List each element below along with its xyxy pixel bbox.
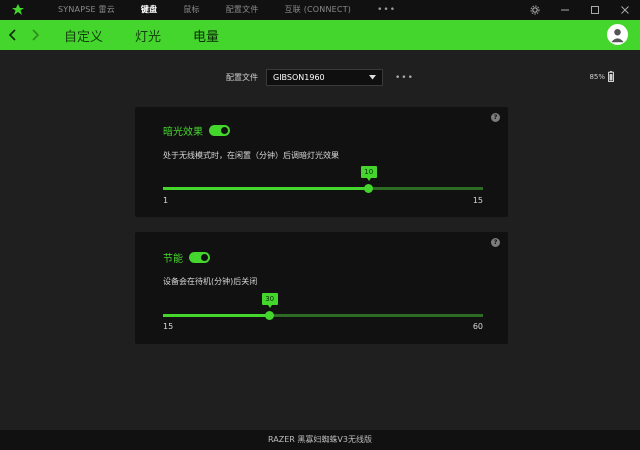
dim-title: 暗光效果 [163,127,203,138]
nav-profiles[interactable]: 配置文件 [226,0,259,20]
sleep-value-tooltip: 30 [261,293,278,308]
nav-connect[interactable]: 互联 (CONNECT) [285,0,352,20]
dim-toggle[interactable] [209,125,230,136]
power-saving-card: ? 节能 设备会在待机(分钟)后关闭 30 15 60 [135,232,508,344]
dim-slider[interactable] [163,184,483,193]
window-controls [520,0,640,20]
help-icon[interactable]: ? [491,238,500,247]
forward-arrow-icon[interactable] [24,20,46,50]
sleep-slider-thumb[interactable] [265,311,275,320]
profile-dropdown[interactable]: GIBSON1960 [266,69,383,86]
nav-mouse[interactable]: 鼠标 [183,0,199,20]
minimize-icon[interactable] [550,0,580,20]
dim-slider-thumb[interactable] [364,184,374,193]
user-avatar-icon[interactable] [607,24,628,45]
sleep-slider-fill [163,314,270,317]
dim-description: 处于无线模式时，在闲置（分钟）后调暗灯光效果 [163,151,339,160]
profile-label: 配置文件 [226,73,258,82]
sub-tabs: 自定义 灯光 电量 [64,26,251,45]
sleep-toggle[interactable] [189,252,210,263]
dim-value-tooltip: 10 [360,166,377,181]
battery-icon [608,71,614,82]
nav-keyboard[interactable]: 键盘 [141,0,157,20]
maximize-icon[interactable] [580,0,610,20]
profile-more-icon[interactable]: ••• [395,73,414,83]
back-arrow-icon[interactable] [2,20,24,50]
top-nav: SYNAPSE 雷云 键盘 鼠标 配置文件 互联 (CONNECT) ••• [58,0,396,20]
help-icon[interactable]: ? [491,113,500,122]
close-icon[interactable] [610,0,640,20]
sleep-slider[interactable] [163,311,483,320]
device-footer: RAZER 黑寡妇蜘蛛V3无线版 [0,430,640,450]
dim-title-row: 暗光效果 [163,123,230,138]
sleep-description: 设备会在待机(分钟)后关闭 [163,277,258,286]
sleep-title: 节能 [163,254,183,265]
profile-selected: GIBSON1960 [273,73,325,82]
nav-more-icon[interactable]: ••• [377,5,396,15]
dim-slider-fill [163,187,369,190]
sleep-min-label: 15 [163,322,174,331]
nav-synapse[interactable]: SYNAPSE 雷云 [58,0,115,20]
dim-min-label: 1 [163,196,169,205]
dim-lighting-card: ? 暗光效果 处于无线模式时，在闲置（分钟）后调暗灯光效果 10 1 15 [135,107,508,217]
tab-power[interactable]: 电量 [193,26,219,45]
tab-customize[interactable]: 自定义 [64,26,103,45]
profile-row: 配置文件 GIBSON1960 ••• [226,69,414,86]
title-bar: SYNAPSE 雷云 键盘 鼠标 配置文件 互联 (CONNECT) ••• [0,0,640,20]
battery-percent: 85% [589,72,605,81]
sleep-title-row: 节能 [163,250,210,265]
dim-max-label: 15 [472,196,483,205]
sub-nav: 自定义 灯光 电量 [0,20,640,50]
razer-logo-icon[interactable] [8,0,28,20]
tab-lighting[interactable]: 灯光 [135,26,161,45]
settings-gear-icon[interactable] [520,0,550,20]
chevron-down-icon [369,75,376,80]
battery-indicator: 85% [589,71,614,82]
sleep-max-label: 60 [472,322,483,331]
